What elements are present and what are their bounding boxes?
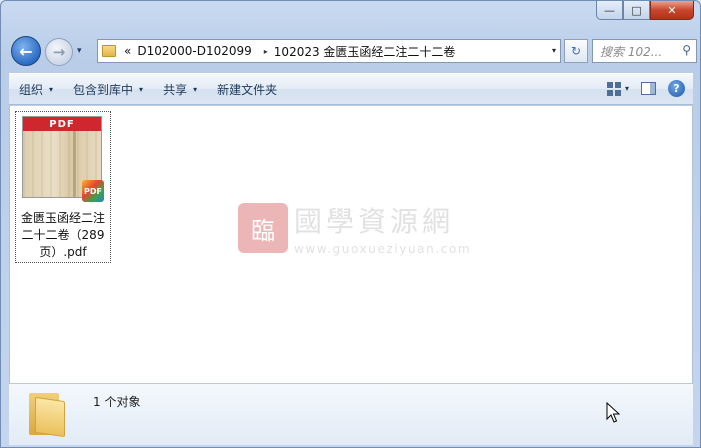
minimize-button[interactable]: — — [596, 1, 623, 20]
mouse-pointer-icon — [606, 402, 620, 423]
breadcrumb-separator[interactable]: ▸ — [264, 47, 268, 56]
page-fold — [73, 131, 76, 197]
help-icon[interactable]: ? — [668, 80, 685, 97]
new-folder-button[interactable]: 新建文件夹 — [207, 74, 287, 104]
toolbar-label: 包含到库中 — [73, 82, 134, 97]
back-button[interactable]: ← — [11, 36, 41, 66]
view-controls: ▾ ? — [606, 80, 685, 97]
search-placeholder: 搜索 102... — [600, 44, 663, 59]
recent-pages-dropdown[interactable]: ▾ — [77, 46, 82, 56]
preview-pane-icon[interactable] — [641, 82, 656, 95]
close-button[interactable]: ✕ — [650, 1, 694, 20]
include-in-library-button[interactable]: 包含到库中 ▾ — [63, 74, 153, 104]
file-item[interactable]: PDF PDF 金匮玉函经二注二十二卷（289页）.pdf — [15, 111, 111, 263]
navigation-row: ← → ▾ « D102000-D102099 ▸ 102023 金匮玉函经二注… — [9, 34, 697, 68]
folder-icon — [102, 45, 116, 57]
watermark-seal-icon: 臨 — [238, 203, 288, 253]
change-view-icon[interactable] — [606, 81, 621, 96]
refresh-button[interactable]: ↻ — [564, 39, 588, 63]
pdf-file-icon: PDF — [82, 180, 104, 202]
chevron-down-icon: ▾ — [139, 84, 144, 94]
watermark-url: www.guoxueziyuan.com — [294, 242, 472, 256]
thumbnail-pdf-label: PDF — [23, 117, 101, 131]
breadcrumb-item-current[interactable]: 102023 金匮玉函经二注二十二卷 — [274, 43, 456, 60]
toolbar-label: 共享 — [163, 82, 188, 97]
file-list-pane[interactable]: PDF PDF 金匮玉函经二注二十二卷（289页）.pdf 臨 國學資源網 ww… — [9, 106, 693, 383]
breadcrumb-overflow[interactable]: « — [124, 44, 131, 58]
caption-buttons: — □ ✕ — [596, 1, 694, 20]
file-name[interactable]: 金匮玉函经二注二十二卷（289页）.pdf — [16, 210, 110, 261]
maximize-button[interactable]: □ — [623, 1, 650, 20]
search-icon[interactable]: ⚲ — [682, 43, 691, 57]
chevron-down-icon: ▾ — [193, 84, 198, 94]
toolbar-label: 新建文件夹 — [217, 82, 278, 97]
details-pane: 1 个对象 — [9, 383, 693, 445]
breadcrumb-item-parent[interactable]: D102000-D102099 — [137, 44, 251, 58]
command-bar: 组织 ▾ 包含到库中 ▾ 共享 ▾ 新建文件夹 ▾ ? — [9, 73, 693, 105]
explorer-window: — □ ✕ ← → ▾ « D102000-D102099 ▸ 102023 金… — [0, 0, 701, 448]
refresh-icon: ↻ — [570, 44, 582, 58]
organize-menu-button[interactable]: 组织 ▾ — [9, 74, 63, 104]
watermark: 臨 國學資源網 www.guoxueziyuan.com — [238, 200, 471, 256]
folder-icon — [29, 389, 65, 438]
watermark-text: 國學資源網 www.guoxueziyuan.com — [294, 200, 471, 256]
item-count: 1 个对象 — [93, 395, 141, 409]
address-dropdown-icon[interactable]: ▾ — [552, 46, 556, 55]
address-bar[interactable]: « D102000-D102099 ▸ 102023 金匮玉函经二注二十二卷 ▾ — [97, 39, 561, 63]
share-menu-button[interactable]: 共享 ▾ — [153, 74, 207, 104]
watermark-title: 國學資源網 — [294, 205, 455, 238]
chevron-down-icon: ▾ — [49, 84, 54, 94]
view-options-dropdown[interactable]: ▾ — [625, 84, 629, 93]
search-input[interactable]: 搜索 102... ⚲ — [592, 39, 697, 63]
forward-button[interactable]: → — [45, 38, 73, 66]
toolbar-label: 组织 — [19, 82, 44, 97]
